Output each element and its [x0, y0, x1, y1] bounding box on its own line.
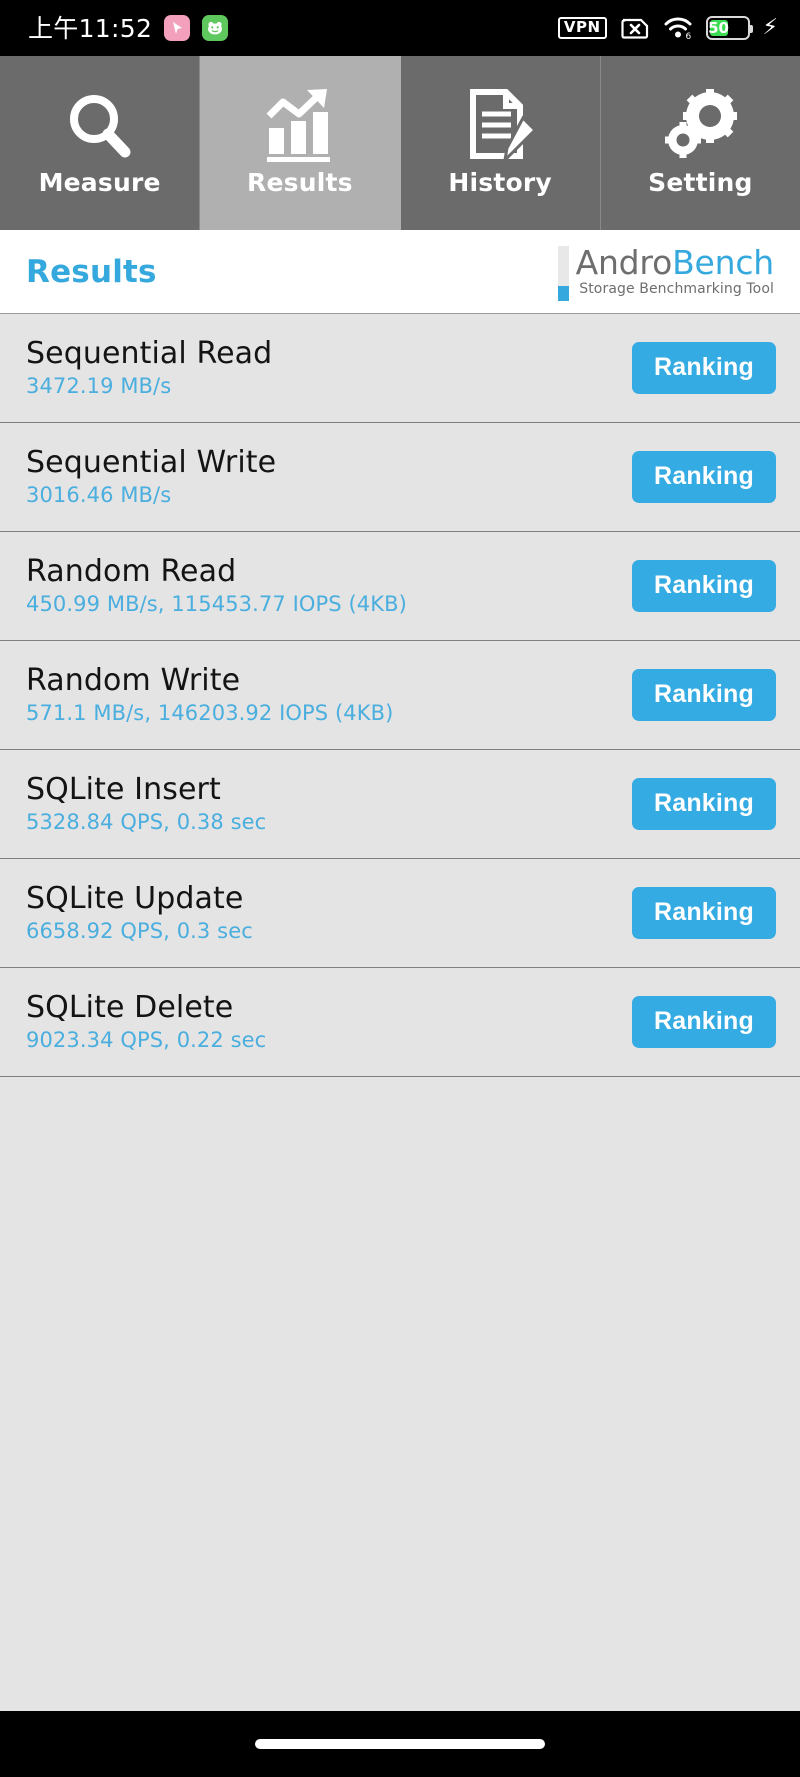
- ranking-button[interactable]: Ranking: [631, 451, 776, 503]
- status-bar-right: VPN 6 50 ⚡: [557, 15, 778, 42]
- table-row: Sequential Read 3472.19 MB/s Ranking: [0, 314, 800, 423]
- result-value: 450.99 MB/s, 115453.77 IOPS (4KB): [26, 592, 407, 616]
- row-texts: SQLite Insert 5328.84 QPS, 0.38 sec: [26, 775, 266, 833]
- result-value: 3016.46 MB/s: [26, 483, 172, 507]
- magnifier-icon: [61, 88, 139, 166]
- logo-bench: Bench: [672, 243, 774, 283]
- tab-history[interactable]: History: [400, 56, 601, 230]
- ranking-button[interactable]: Ranking: [631, 887, 776, 939]
- row-texts: Random Read 450.99 MB/s, 115453.77 IOPS …: [26, 557, 407, 615]
- home-gesture-pill[interactable]: [255, 1739, 545, 1749]
- sim-card-disabled-icon: [620, 16, 650, 40]
- status-bar: 上午11:52 VPN 6 50 ⚡: [0, 0, 800, 56]
- row-texts: SQLite Update 6658.92 QPS, 0.3 sec: [26, 884, 253, 942]
- table-row: SQLite Update 6658.92 QPS, 0.3 sec Ranki…: [0, 859, 800, 968]
- result-title: SQLite Delete: [26, 990, 234, 1025]
- table-row: Random Write 571.1 MB/s, 146203.92 IOPS …: [0, 641, 800, 750]
- lightning-bolt-icon: ⚡: [762, 15, 778, 40]
- ranking-button[interactable]: Ranking: [631, 996, 776, 1048]
- battery-percent: 50: [708, 18, 729, 37]
- androbench-logo: AndroBench Storage Benchmarking Tool: [557, 243, 775, 301]
- result-value: 9023.34 QPS, 0.22 sec: [26, 1028, 267, 1052]
- result-title: Sequential Read: [26, 336, 273, 371]
- green-app-icon: [202, 15, 229, 41]
- status-bar-left: 上午11:52: [28, 13, 229, 43]
- result-value: 571.1 MB/s, 146203.92 IOPS (4KB): [26, 701, 394, 725]
- results-list: Sequential Read 3472.19 MB/s Ranking Seq…: [0, 314, 800, 1711]
- logo-bar-top: [557, 245, 569, 286]
- tab-results-label: Results: [247, 167, 353, 197]
- result-value: 6658.92 QPS, 0.3 sec: [26, 919, 253, 943]
- tab-results[interactable]: Results: [200, 56, 401, 230]
- bar-chart-growth-icon: [261, 88, 339, 166]
- ranking-button[interactable]: Ranking: [631, 669, 776, 721]
- logo-subtitle: Storage Benchmarking Tool: [579, 280, 774, 297]
- vpn-icon: VPN: [557, 17, 607, 39]
- row-texts: Sequential Write 3016.46 MB/s: [26, 448, 276, 506]
- ranking-button[interactable]: Ranking: [631, 342, 776, 394]
- row-texts: Sequential Read 3472.19 MB/s: [26, 339, 272, 397]
- table-row: SQLite Delete 9023.34 QPS, 0.22 sec Rank…: [0, 968, 800, 1077]
- logo-wordmark: AndroBench: [575, 243, 775, 283]
- wifi-6-icon: 6: [663, 15, 693, 42]
- battery-fill: 50: [708, 18, 729, 37]
- svg-text:6: 6: [685, 32, 691, 41]
- logo-andro: Andro: [575, 243, 673, 283]
- status-clock: 上午11:52: [28, 13, 153, 43]
- system-navigation-bar: [0, 1711, 800, 1777]
- logo-bar-bottom: [557, 285, 569, 301]
- tab-setting-label: Setting: [648, 167, 753, 197]
- tab-history-label: History: [448, 167, 552, 197]
- page-header: Results AndroBench Storage Benchmarking …: [0, 230, 800, 314]
- phone-screen: 上午11:52 VPN 6 50 ⚡ Measure Results Histo…: [0, 0, 800, 1777]
- result-title: SQLite Insert: [26, 772, 221, 807]
- pink-app-icon: [164, 15, 191, 41]
- page-title: Results: [26, 253, 157, 290]
- tab-setting[interactable]: Setting: [600, 56, 800, 230]
- logo-accent-bar: [557, 243, 569, 301]
- table-row: Random Read 450.99 MB/s, 115453.77 IOPS …: [0, 532, 800, 641]
- gears-icon: [661, 88, 739, 166]
- table-row: SQLite Insert 5328.84 QPS, 0.38 sec Rank…: [0, 750, 800, 859]
- result-title: Random Write: [26, 663, 241, 698]
- result-value: 3472.19 MB/s: [26, 374, 172, 398]
- result-title: Sequential Write: [26, 445, 277, 480]
- document-pencil-icon: [461, 88, 539, 166]
- row-texts: Random Write 571.1 MB/s, 146203.92 IOPS …: [26, 666, 393, 724]
- top-tab-bar: Measure Results History Setting: [0, 56, 800, 230]
- result-title: Random Read: [26, 554, 237, 589]
- table-row: Sequential Write 3016.46 MB/s Ranking: [0, 423, 800, 532]
- battery-icon: 50: [705, 16, 753, 40]
- result-value: 5328.84 QPS, 0.38 sec: [26, 810, 267, 834]
- logo-text: AndroBench Storage Benchmarking Tool: [575, 243, 775, 301]
- tab-measure-label: Measure: [38, 167, 161, 197]
- ranking-button[interactable]: Ranking: [631, 560, 776, 612]
- ranking-button[interactable]: Ranking: [631, 778, 776, 830]
- tab-measure[interactable]: Measure: [0, 56, 201, 230]
- row-texts: SQLite Delete 9023.34 QPS, 0.22 sec: [26, 993, 266, 1051]
- result-title: SQLite Update: [26, 881, 244, 916]
